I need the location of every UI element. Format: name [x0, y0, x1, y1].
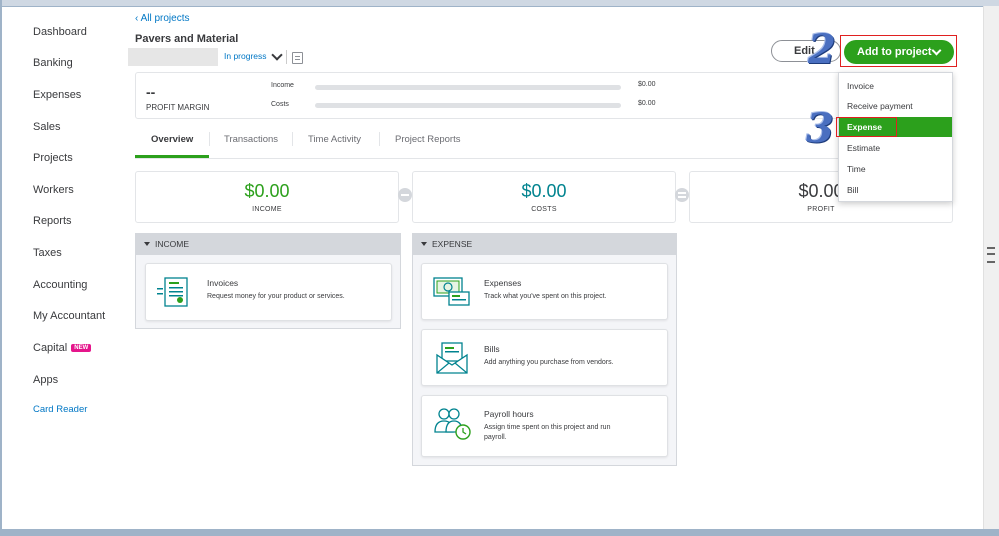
sidebar-item-my-accountant[interactable]: My Accountant [33, 310, 105, 322]
sidebar-item-capital[interactable]: Capital NEW [33, 342, 92, 354]
status-dropdown[interactable]: In progress [224, 48, 283, 61]
income-summary-label: INCOME [252, 206, 282, 213]
tab-time-activity[interactable]: Time Activity [308, 134, 361, 145]
sidebar-item-workers[interactable]: Workers [33, 184, 74, 196]
status-label: In progress [224, 51, 267, 61]
sidebar-item-dashboard[interactable]: Dashboard [33, 26, 87, 38]
chevron-down-icon [931, 45, 942, 56]
income-row-label: Income [271, 82, 294, 89]
invoices-tile-title: Invoices [207, 278, 239, 288]
payroll-hours-tile-title: Payroll hours [484, 409, 534, 419]
profit-summary-label: PROFIT [807, 206, 835, 213]
menu-item-estimate[interactable]: Estimate [839, 138, 952, 158]
tab-project-reports[interactable]: Project Reports [395, 134, 460, 145]
scrollbar-grip-icon[interactable] [987, 247, 995, 263]
tab-divider [379, 132, 380, 146]
window-bottom-border [0, 529, 999, 536]
menu-item-expense[interactable]: Expense [839, 117, 952, 137]
payroll-hours-tile-desc-2: payroll. [484, 434, 507, 441]
add-to-project-menu: Invoice Receive payment Expense Estimate… [838, 72, 953, 202]
active-tab-indicator [135, 155, 209, 158]
invoice-icon [157, 277, 188, 307]
tab-transactions[interactable]: Transactions [224, 134, 278, 145]
sidebar: Dashboard Banking Expenses Sales Project… [0, 6, 122, 529]
costs-row-label: Costs [271, 101, 289, 108]
tab-overview[interactable]: Overview [151, 134, 193, 145]
sidebar-item-label: Capital [33, 342, 68, 354]
sidebar-item-projects[interactable]: Projects [33, 152, 73, 164]
profit-margin-label: PROFIT MARGIN [146, 103, 210, 112]
sidebar-item-apps[interactable]: Apps [33, 374, 58, 386]
sidebar-item-banking[interactable]: Banking [33, 57, 73, 69]
sidebar-item-reports[interactable]: Reports [33, 215, 72, 227]
sidebar-item-taxes[interactable]: Taxes [33, 247, 62, 259]
menu-item-bill[interactable]: Bill [839, 180, 952, 200]
step-number-2: 2 [808, 26, 836, 73]
add-to-project-label: Add to project [857, 46, 932, 58]
invoices-tile-desc: Request money for your product or servic… [207, 293, 345, 300]
sidebar-item-sales[interactable]: Sales [33, 121, 61, 133]
bills-tile-desc: Add anything you purchase from vendors. [484, 359, 614, 366]
chevron-down-icon [270, 48, 283, 61]
divider [286, 50, 287, 64]
minus-icon [398, 188, 412, 202]
expenses-tile-desc: Track what you've spent on this project. [484, 293, 607, 300]
equals-icon [675, 188, 689, 202]
income-summary-value: $0.00 [244, 181, 290, 201]
menu-item-receive-payment[interactable]: Receive payment [839, 96, 952, 116]
menu-item-time[interactable]: Time [839, 159, 952, 179]
expense-section-header[interactable]: EXPENSE [412, 233, 677, 255]
sidebar-item-expenses[interactable]: Expenses [33, 89, 81, 101]
all-projects-link[interactable]: ‹ All projects [135, 13, 189, 24]
costs-row-amount: $0.00 [638, 100, 656, 107]
payroll-hours-tile-desc-1: Assign time spent on this project and ru… [484, 424, 611, 431]
page-title: Pavers and Material [135, 33, 239, 45]
window-top-border [0, 0, 999, 7]
notes-icon[interactable] [292, 52, 303, 64]
customer-name-redacted [128, 48, 218, 66]
costs-progress-bar [315, 103, 621, 108]
income-row-amount: $0.00 [638, 81, 656, 88]
costs-summary-label: COSTS [531, 206, 557, 213]
money-icon [433, 277, 470, 306]
menu-item-invoice[interactable]: Invoice [839, 76, 952, 96]
costs-summary-value: $0.00 [521, 181, 567, 201]
back-link-label: All projects [140, 13, 190, 24]
income-section-header[interactable]: INCOME [135, 233, 401, 255]
profit-margin-value: -- [146, 84, 156, 100]
tab-divider [292, 132, 293, 146]
bills-tile-title: Bills [484, 344, 500, 354]
new-badge: NEW [71, 344, 92, 352]
sidebar-item-accounting[interactable]: Accounting [33, 279, 87, 291]
people-clock-icon [434, 408, 471, 440]
envelope-bill-icon [436, 342, 468, 374]
expenses-tile-title: Expenses [484, 278, 522, 288]
add-to-project-button[interactable]: Add to project [844, 40, 954, 64]
sidebar-item-card-reader[interactable]: Card Reader [33, 404, 87, 415]
vertical-scrollbar[interactable] [983, 6, 999, 529]
income-progress-bar [315, 85, 621, 90]
step-number-3: 3 [806, 105, 834, 152]
tab-divider [209, 132, 210, 146]
